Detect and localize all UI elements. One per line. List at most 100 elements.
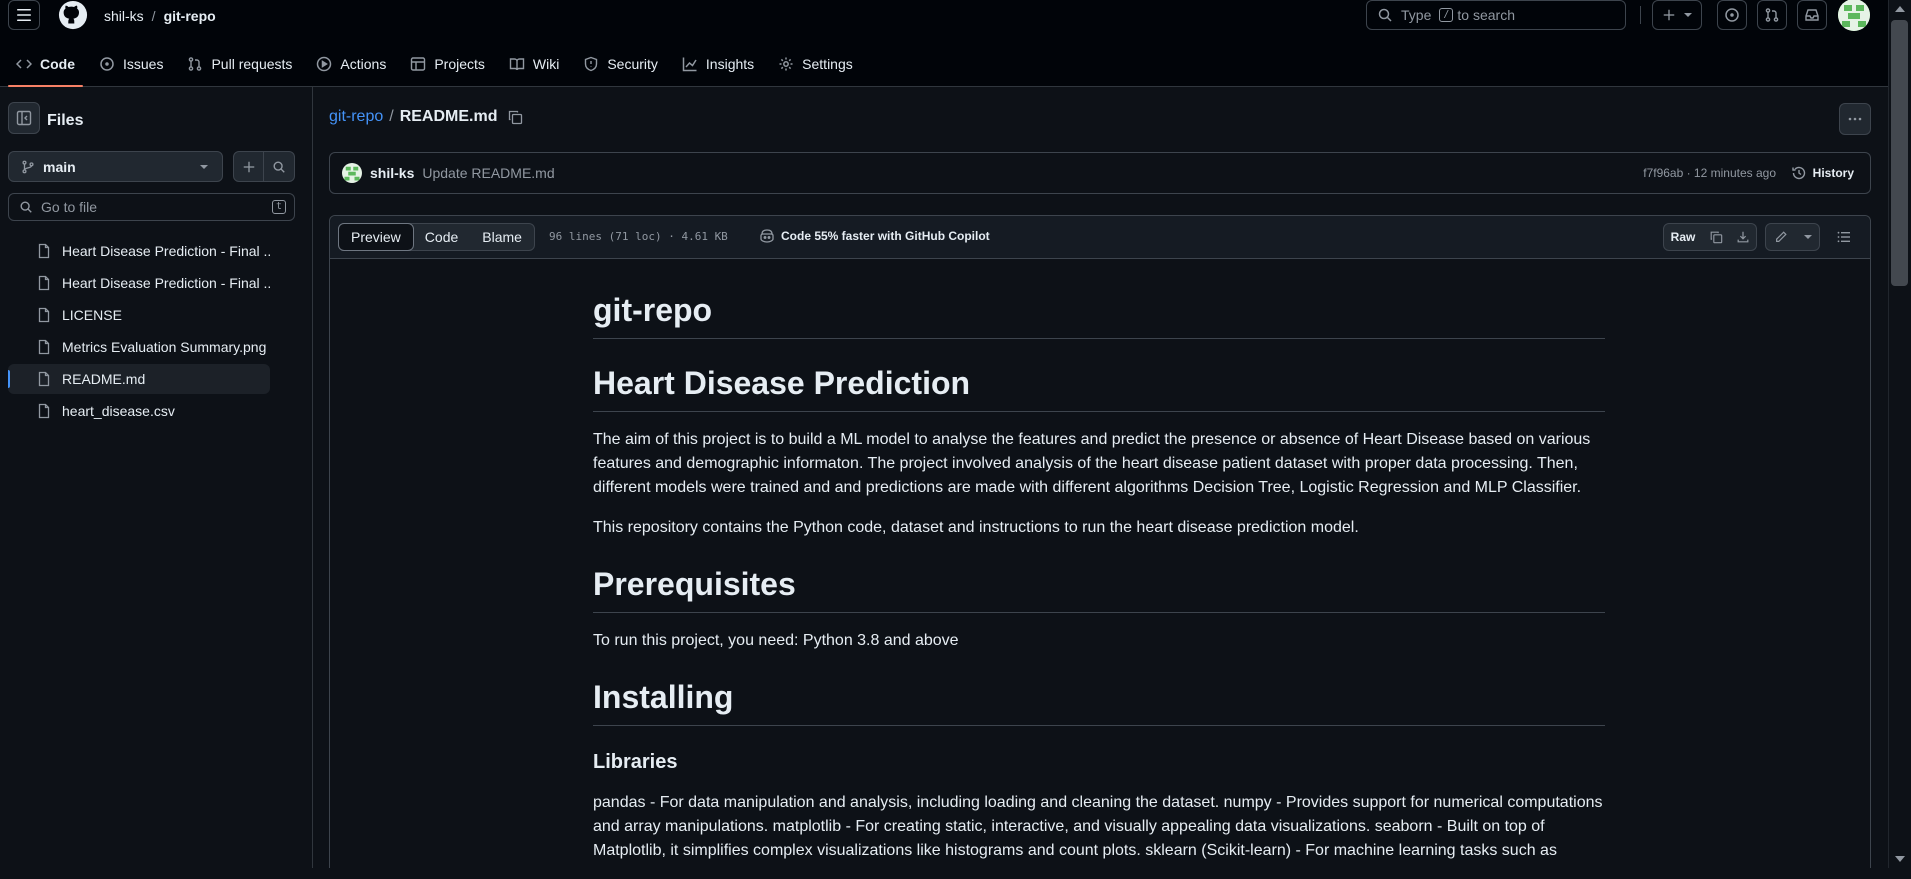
code-icon — [16, 59, 32, 69]
tab-preview[interactable]: Preview — [338, 223, 414, 251]
tab-settings[interactable]: Settings — [770, 50, 861, 78]
scroll-down-icon[interactable] — [1895, 855, 1905, 863]
sidebar-title: Files — [47, 112, 84, 129]
header-divider — [1640, 6, 1641, 24]
tab-blame[interactable]: Blame — [470, 224, 534, 250]
tab-code[interactable]: Code — [8, 50, 83, 87]
tab-pull-requests[interactable]: Pull requests — [179, 50, 300, 78]
copilot-icon — [760, 229, 774, 243]
tab-security[interactable]: Security — [575, 50, 666, 78]
readme-paragraph-repo: This repository contains the Python code… — [593, 519, 1359, 536]
tab-wiki[interactable]: Wiki — [501, 50, 567, 78]
search-icon — [273, 160, 285, 173]
page-scrollbar[interactable] — [1888, 0, 1911, 868]
file-item[interactable]: Heart Disease Prediction - Final ... — [8, 236, 270, 266]
search-prefix: Type — [1401, 7, 1432, 23]
raw-button[interactable]: Raw — [1663, 223, 1703, 251]
commit-hash-time[interactable]: f7f96ab · 12 minutes ago — [1643, 166, 1776, 180]
triangle-down-icon — [1803, 235, 1812, 239]
latest-commit-bar: shil-ks Update README.md f7f96ab · 12 mi… — [329, 152, 1871, 194]
tab-projects-label: Projects — [434, 56, 485, 72]
triangle-down-icon — [1684, 13, 1692, 17]
avatar[interactable] — [342, 163, 362, 183]
tab-insights-label: Insights — [705, 56, 755, 72]
search-icon — [20, 201, 32, 213]
issues-button[interactable] — [1717, 0, 1747, 30]
search-files-button[interactable] — [264, 151, 295, 182]
readme-heading-prerequisites: Prerequisites — [593, 564, 1605, 613]
tab-actions[interactable]: Actions — [308, 50, 394, 78]
go-to-file-input[interactable]: Go to file t — [8, 193, 295, 221]
commit-message[interactable]: Update README.md — [422, 165, 554, 181]
file-item[interactable]: heart_disease.csv — [8, 396, 270, 426]
search-input[interactable]: Type / to search — [1366, 0, 1626, 30]
file-view-header: Preview Code Blame 96 lines (71 loc) · 4… — [330, 216, 1870, 259]
scroll-up-icon[interactable] — [1895, 5, 1905, 13]
copilot-promo-text: Code 55% faster with GitHub Copilot — [781, 229, 990, 243]
copy-raw-button[interactable] — [1702, 223, 1730, 251]
branch-selector[interactable]: main — [8, 151, 223, 182]
copy-path-icon[interactable] — [507, 109, 523, 125]
owner-link[interactable]: shil-ks — [104, 8, 144, 24]
commit-author[interactable]: shil-ks — [370, 165, 414, 181]
edit-file-button[interactable] — [1765, 223, 1797, 251]
github-logo-icon[interactable] — [57, 0, 89, 30]
file-item[interactable]: Metrics Evaluation Summary.png — [8, 332, 270, 362]
kebab-horizontal-icon — [1848, 117, 1862, 121]
collapse-sidebar-button[interactable] — [8, 102, 40, 134]
download-icon — [1737, 231, 1748, 243]
repo-breadcrumb: shil-ks / git-repo — [104, 6, 216, 26]
git-branch-icon — [22, 160, 34, 173]
create-new-button[interactable] — [1652, 0, 1702, 30]
readme-heading-project: Heart Disease Prediction — [593, 363, 1605, 412]
graph-icon — [682, 57, 697, 72]
readme-heading-libraries: Libraries — [593, 751, 678, 773]
edit-options-dropdown[interactable] — [1796, 223, 1820, 251]
git-pull-request-icon — [1765, 8, 1779, 22]
readme-title: git-repo — [593, 290, 1605, 339]
file-name: Heart Disease Prediction - Final ... — [62, 275, 270, 291]
avatar[interactable] — [1838, 0, 1870, 31]
file-item[interactable]: Heart Disease Prediction - Final ... — [8, 268, 270, 298]
menu-button[interactable] — [8, 0, 40, 30]
tab-code-view[interactable]: Code — [413, 224, 470, 250]
scrollbar-thumb[interactable] — [1891, 20, 1908, 286]
repo-link[interactable]: git-repo — [164, 8, 216, 24]
file-icon — [38, 307, 50, 323]
copy-icon — [1710, 231, 1722, 244]
readme-paragraph-libraries: pandas - For data manipulation and analy… — [593, 794, 1603, 859]
gear-icon — [779, 57, 793, 71]
breadcrumb-repo-link[interactable]: git-repo — [329, 108, 383, 126]
file-breadcrumb: git-repo / README.md — [329, 108, 523, 126]
search-icon — [1378, 8, 1392, 22]
list-unordered-icon — [1837, 231, 1850, 243]
add-file-button[interactable] — [233, 151, 264, 182]
inbox-button[interactable] — [1797, 0, 1827, 30]
tab-insights[interactable]: Insights — [674, 50, 762, 78]
tab-security-label: Security — [607, 56, 658, 72]
book-icon — [509, 58, 525, 71]
go-to-file-placeholder: Go to file — [41, 199, 98, 215]
more-options-button[interactable] — [1839, 103, 1871, 135]
file-name: README.md — [62, 371, 146, 387]
file-item-selected[interactable]: README.md — [8, 364, 270, 394]
breadcrumb-separator: / — [389, 108, 394, 125]
file-name: LICENSE — [62, 307, 122, 323]
tab-projects[interactable]: Projects — [402, 50, 493, 78]
tab-actions-label: Actions — [340, 56, 387, 72]
tab-code-label: Code — [40, 56, 75, 72]
file-item[interactable]: LICENSE — [8, 300, 270, 330]
outline-button[interactable] — [1828, 223, 1860, 251]
pull-requests-button[interactable] — [1757, 0, 1787, 30]
issue-opened-icon — [1725, 8, 1739, 22]
breadcrumb-file: README.md — [399, 108, 498, 125]
sidebar-collapse-icon — [16, 110, 32, 126]
branch-name: main — [43, 158, 76, 175]
file-name: heart_disease.csv — [62, 403, 175, 419]
copilot-promo[interactable]: Code 55% faster with GitHub Copilot — [759, 228, 990, 244]
history-label: History — [1812, 166, 1854, 180]
hamburger-icon — [17, 9, 31, 21]
history-button[interactable]: History — [1791, 165, 1854, 181]
download-raw-button[interactable] — [1729, 223, 1757, 251]
tab-issues[interactable]: Issues — [91, 50, 171, 78]
